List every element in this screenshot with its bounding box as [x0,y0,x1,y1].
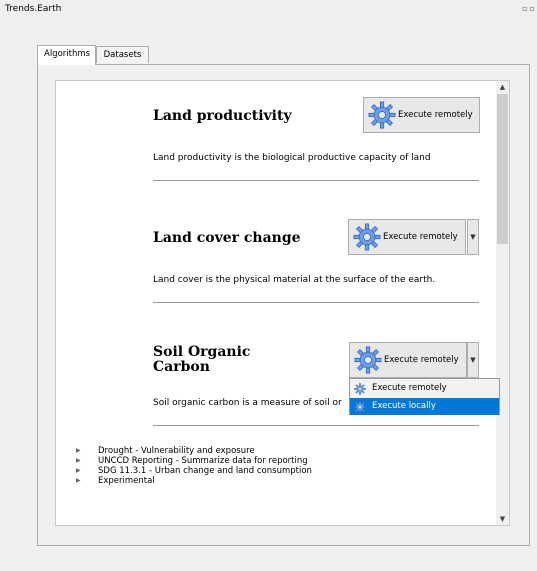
chevron-right-icon[interactable]: ▶ [76,476,98,486]
tree-item-label: Drought - Vulnerability and exposure [98,446,255,456]
scroll-up-icon[interactable]: ▲ [496,81,509,93]
menu-item-execute-locally[interactable]: Execute locally [350,398,499,415]
execute-dropdown-menu[interactable]: Execute remotely Execute locally [349,378,500,415]
algorithm-title-land-cover-change: Land cover change [153,230,301,246]
tree-item-experimental[interactable]: ▶ Experimental [76,476,312,486]
chevron-right-icon[interactable]: ▶ [76,466,98,476]
algorithm-description: Land cover is the physical material at t… [153,275,436,285]
divider [153,425,479,426]
window-title: Trends.Earth [5,4,62,14]
execute-remotely-button-land-cover[interactable]: Execute remotely [348,219,466,255]
execute-remotely-button-soil-carbon[interactable]: Execute remotely [349,342,467,378]
title-line: Carbon [153,359,210,375]
tab-algorithms[interactable]: Algorithms [37,45,96,65]
button-label: Execute remotely [398,110,473,120]
tree-item-label: SDG 11.3.1 - Urban change and land consu… [98,466,312,476]
button-label: Execute remotely [384,355,459,365]
gear-icon [354,383,366,395]
chevron-right-icon[interactable]: ▶ [76,456,98,466]
chevron-right-icon[interactable]: ▶ [76,446,98,456]
gear-icon [354,346,382,374]
tree-item-drought[interactable]: ▶ Drought - Vulnerability and exposure [76,446,312,456]
scroll-down-icon[interactable]: ▼ [496,513,509,525]
gear-icon [368,101,396,129]
algorithm-title-land-productivity: Land productivity [153,108,292,124]
float-icon[interactable]: ▫ [522,4,527,13]
algorithm-description: Land productivity is the biological prod… [153,153,431,163]
close-icon[interactable]: ▫ [530,4,535,13]
menu-item-label: Execute remotely [372,383,447,393]
divider [153,302,479,303]
button-label: Execute remotely [383,232,458,242]
gear-icon [354,401,366,413]
algorithm-category-tree: ▶ Drought - Vulnerability and exposure ▶ U… [76,446,312,486]
tree-item-label: Experimental [98,476,155,486]
title-line: Soil Organic [153,344,251,360]
gear-icon [353,223,381,251]
divider [153,180,479,181]
tab-datasets[interactable]: Datasets [96,46,149,63]
menu-item-label: Execute locally [372,401,436,411]
execute-remotely-button-land-productivity[interactable]: Execute remotely [363,97,480,133]
chevron-down-icon[interactable]: ▼ [467,219,479,255]
tree-item-sdg[interactable]: ▶ SDG 11.3.1 - Urban change and land cons… [76,466,312,476]
algorithm-title-soil-organic-carbon: Soil Organic Carbon [153,345,250,375]
tree-item-label: UNCCD Reporting - Summarize data for rep… [98,456,308,466]
algorithm-description: Soil organic carbon is a measure of soil… [153,398,342,408]
menu-item-execute-remotely[interactable]: Execute remotely [350,380,499,397]
window-controls[interactable]: ▫ ▫ [520,4,535,13]
vertical-scrollbar[interactable]: ▲ ▼ [496,80,510,526]
tree-item-unccd[interactable]: ▶ UNCCD Reporting - Summarize data for re… [76,456,312,466]
scroll-thumb[interactable] [497,94,508,244]
chevron-down-icon[interactable]: ▼ [467,342,479,378]
